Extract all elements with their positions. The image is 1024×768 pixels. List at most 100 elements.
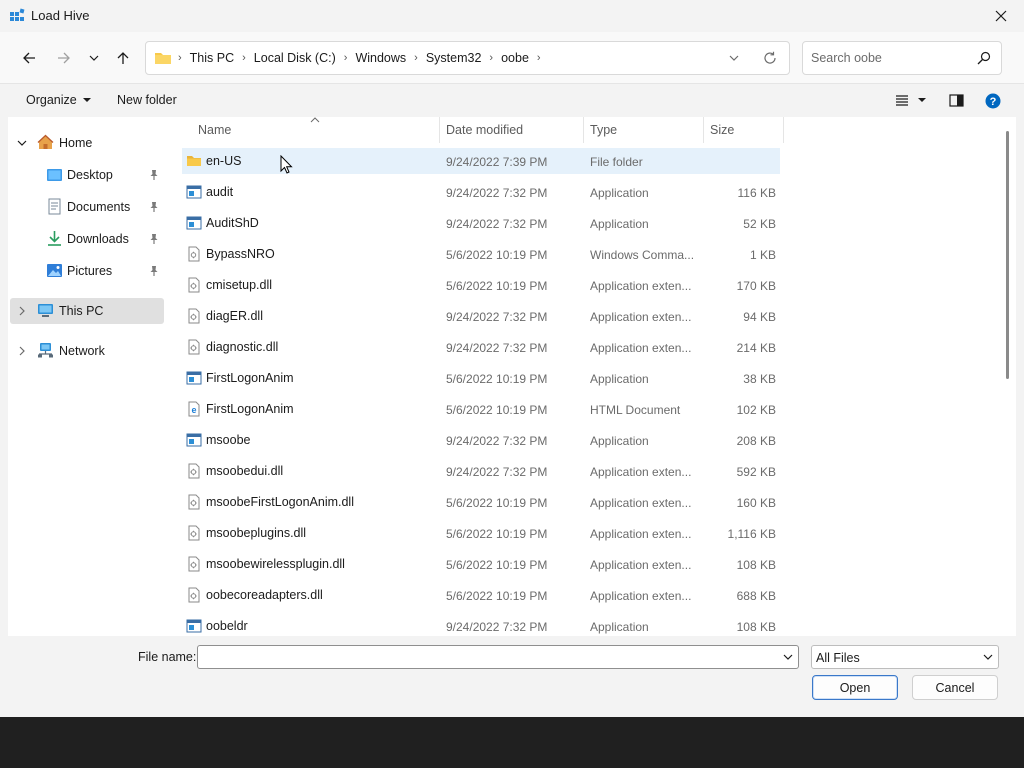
sidebar-item-network[interactable]: Network [10,338,164,364]
file-name-combobox[interactable] [197,645,799,669]
recent-locations-button[interactable] [82,46,106,70]
this-pc-icon [38,304,53,317]
new-folder-label: New folder [117,93,177,107]
file-size: 688 KB [736,589,776,603]
chevron-right-icon[interactable] [16,345,28,357]
chevron-right-icon[interactable] [16,305,28,317]
file-type: Windows Comma... [590,248,695,262]
svg-text:e: e [191,405,196,415]
change-view-button[interactable] [895,94,927,106]
file-name: BypassNRO [206,247,275,261]
file-name: en-US [206,154,242,168]
address-bar[interactable]: › This PC › Local Disk (C:) › Windows › … [145,41,790,75]
column-header-date-modified[interactable]: Date modified [440,117,584,143]
search-icon [977,51,991,65]
file-row[interactable]: en-US 9/24/2022 7:39 PM File folder [182,148,780,174]
sidebar-item-desktop[interactable]: Desktop [10,162,164,188]
sidebar-item-this-pc[interactable]: This PC [10,298,164,324]
search-box[interactable] [802,41,1002,75]
sidebar-item-documents[interactable]: Documents [10,194,164,220]
back-button[interactable] [17,46,41,70]
cancel-button[interactable]: Cancel [912,675,998,700]
file-row[interactable]: oobeldr 9/24/2022 7:32 PM Application 108 K… [182,613,780,636]
breadcrumb-this-pc[interactable]: This PC [190,51,234,65]
file-date-modified: 9/24/2022 7:32 PM [446,620,548,634]
file-name: msoobewirelessplugin.dll [206,557,345,571]
file-type: Application [590,434,649,448]
breadcrumb-windows[interactable]: Windows [355,51,406,65]
file-name-label: File name: [138,650,197,664]
scrollbar-thumb[interactable] [1006,131,1009,379]
pin-icon[interactable] [148,201,160,213]
file-row[interactable]: FirstLogonAnim 5/6/2022 10:19 PM Applicati… [182,365,780,391]
file-row[interactable]: cmisetup.dll 5/6/2022 10:19 PM Application… [182,272,780,298]
file-name: audit [206,185,234,199]
chevron-down-icon [729,55,739,61]
breadcrumb-oobe[interactable]: oobe [501,51,529,65]
file-date-modified: 5/6/2022 10:19 PM [446,279,548,293]
column-header-name[interactable]: Name [182,117,440,143]
organize-label: Organize [26,93,77,107]
pin-icon[interactable] [148,169,160,181]
file-row[interactable]: AuditShD 9/24/2022 7:32 PM Application 52 K… [182,210,780,236]
file-row[interactable]: msoobe 9/24/2022 7:32 PM Application 208 KB [182,427,780,453]
column-header-type[interactable]: Type [584,117,704,143]
details-view-icon [896,95,908,106]
file-row[interactable]: audit 9/24/2022 7:32 PM Application 116 KB [182,179,780,205]
file-row[interactable]: msoobeFirstLogonAnim.dll 5/6/2022 10:19 P… [182,489,780,515]
file-row[interactable]: msoobedui.dll 9/24/2022 7:32 PM Applicatio… [182,458,780,484]
file-row[interactable]: e FirstLogonAnim 5/6/2022 10:19 PM HTML Doc… [182,396,780,422]
address-history-dropdown[interactable] [725,50,743,66]
command-toolbar: Organize New folder ? [0,85,1024,117]
window-title: Load Hive [31,8,90,23]
file-type: Application [590,372,649,386]
vertical-scrollbar[interactable] [1000,117,1016,636]
documents-icon [48,198,61,215]
file-date-modified: 5/6/2022 10:19 PM [446,558,548,572]
file-size: 208 KB [736,434,776,448]
file-type: Application exten... [590,496,692,510]
up-button[interactable] [111,46,135,70]
file-name: oobeldr [206,619,248,633]
file-row[interactable]: diagnostic.dll 9/24/2022 7:32 PM Applicati… [182,334,780,360]
file-row[interactable]: msoobeplugins.dll 5/6/2022 10:19 PM Applic… [182,520,780,546]
file-row[interactable]: msoobewirelessplugin.dll 5/6/2022 10:19 P… [182,551,780,577]
desktop-icon [47,169,62,181]
file-date-modified: 9/24/2022 7:32 PM [446,434,548,448]
sidebar-item-downloads[interactable]: Downloads [10,226,164,252]
file-date-modified: 5/6/2022 10:19 PM [446,403,548,417]
file-type: File folder [590,155,643,169]
file-name-input[interactable] [204,649,774,665]
file-name: FirstLogonAnim [206,402,294,416]
organize-button[interactable]: Organize [26,93,92,107]
pin-icon[interactable] [148,233,160,245]
forward-button[interactable] [52,46,76,70]
breadcrumb-local-disk[interactable]: Local Disk (C:) [254,51,336,65]
sidebar-item-home[interactable]: Home [10,130,164,156]
breadcrumb-separator: › [242,52,246,64]
caret-down-icon [918,98,926,102]
refresh-button[interactable] [761,49,779,67]
chevron-down-icon[interactable] [782,651,794,663]
new-folder-button[interactable]: New folder [117,93,177,107]
pin-icon[interactable] [148,265,160,277]
breadcrumb-system32[interactable]: System32 [426,51,482,65]
file-row[interactable]: oobecoreadapters.dll 5/6/2022 10:19 PM App… [182,582,780,608]
column-header-size[interactable]: Size [704,117,784,143]
file-type: Application exten... [590,465,692,479]
dll-icon [186,494,202,510]
application-icon [186,432,202,448]
sidebar-item-pictures[interactable]: Pictures [10,258,164,284]
file-type-filter[interactable]: All Files [811,645,999,669]
file-row[interactable]: diagER.dll 9/24/2022 7:32 PM Application e… [182,303,780,329]
title-bar: Load Hive [0,0,1024,32]
help-button[interactable]: ? [985,93,1001,109]
close-button[interactable] [978,0,1024,32]
preview-pane-button[interactable] [949,94,964,107]
file-date-modified: 5/6/2022 10:19 PM [446,527,548,541]
open-button[interactable]: Open [812,675,898,700]
file-row[interactable]: BypassNRO 5/6/2022 10:19 PM Windows Comma.… [182,241,780,267]
search-input[interactable] [811,49,971,67]
chevron-down-icon[interactable] [16,137,28,149]
file-type: Application exten... [590,589,692,603]
